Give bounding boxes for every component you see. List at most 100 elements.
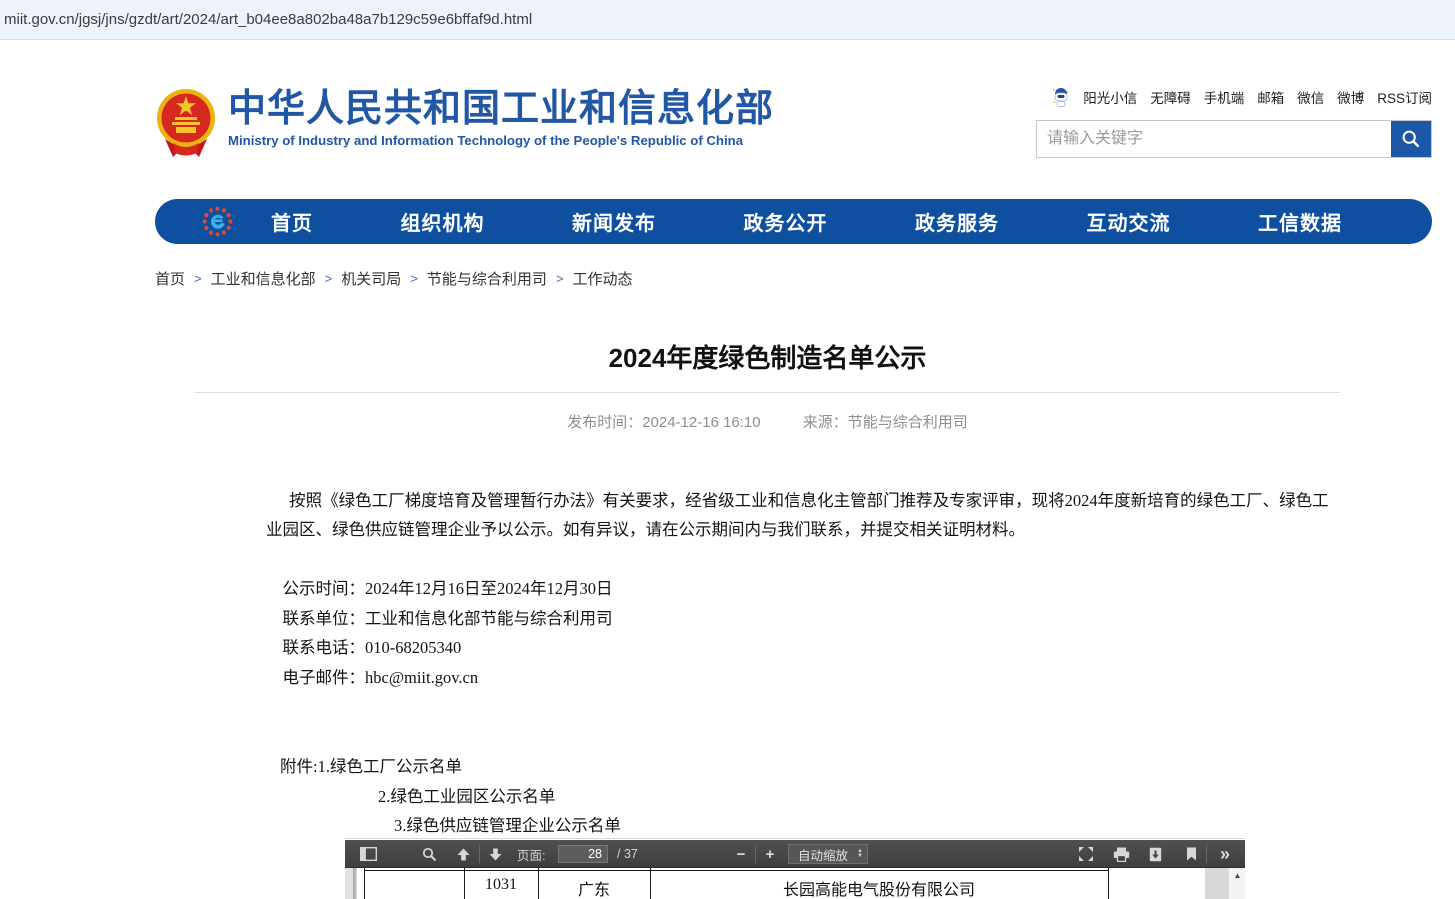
quick-link-mail[interactable]: 邮箱 bbox=[1257, 87, 1284, 107]
info-contact-email: 电子邮件：hbc@miit.gov.cn bbox=[266, 663, 1340, 693]
quick-link-rss[interactable]: RSS订阅 bbox=[1377, 87, 1432, 107]
breadcrumb-separator: > bbox=[556, 271, 564, 286]
browser-address-bar[interactable]: miit.gov.cn/jgsj/jns/gzdt/art/2024/art_b… bbox=[0, 0, 1455, 40]
quick-link-wechat[interactable]: 微信 bbox=[1297, 87, 1324, 107]
arrow-down-icon bbox=[488, 847, 503, 862]
miit-gear-logo-icon[interactable] bbox=[202, 206, 233, 237]
quick-link-accessibility[interactable]: 无障碍 bbox=[1150, 87, 1191, 107]
info-publicity-period: 公示时间：2024年12月16日至2024年12月30日 bbox=[266, 574, 1340, 604]
article-meta: 发布时间：2024-12-16 16:10 来源：节能与综合利用司 bbox=[195, 411, 1340, 432]
nav-item-data[interactable]: 工信数据 bbox=[1258, 207, 1342, 236]
breadcrumb-separator: > bbox=[194, 271, 202, 286]
page-edge-shadow bbox=[353, 868, 357, 899]
article-paragraph: 按照《绿色工厂梯度培育及管理暂行办法》有关要求，经省级工业和信息化主管部门推荐及… bbox=[195, 486, 1340, 544]
zoom-in-button[interactable]: + bbox=[760, 840, 780, 868]
bookmark-icon bbox=[1186, 847, 1197, 861]
breadcrumb-separator: > bbox=[325, 271, 333, 286]
title-divider bbox=[195, 392, 1340, 393]
pdf-viewer: 页面: / 37 − + 自动缩放 ▲▼ bbox=[345, 838, 1245, 899]
nav-item-interaction[interactable]: 互动交流 bbox=[1087, 207, 1171, 236]
search-icon bbox=[422, 847, 437, 862]
download-icon bbox=[1149, 847, 1162, 862]
attachments-list: 附件:1.绿色工厂公示名单 2.绿色工业园区公示名单 3.绿色供应链管理企业公示… bbox=[195, 752, 1340, 841]
select-spinner-icon: ▲▼ bbox=[857, 849, 867, 859]
header-quick-links: 阳光小信 无障碍 手机端 邮箱 微信 微博 RSS订阅 bbox=[1051, 87, 1432, 107]
quick-link-weibo[interactable]: 微博 bbox=[1337, 87, 1364, 107]
page-number-input[interactable] bbox=[558, 845, 608, 863]
mascot-robot-icon bbox=[1051, 87, 1070, 107]
fullscreen-icon bbox=[1078, 846, 1094, 862]
page-url: miit.gov.cn/jgsj/jns/gzdt/art/2024/art_b… bbox=[4, 11, 532, 28]
breadcrumb-energy-dept[interactable]: 节能与综合利用司 bbox=[427, 268, 547, 289]
attachment-green-factory[interactable]: 附件:1.绿色工厂公示名单 bbox=[280, 752, 1340, 782]
scrollbar-up-arrow[interactable]: ▲ bbox=[1229, 871, 1245, 880]
table-cell-province: 广东 bbox=[538, 876, 650, 899]
attachment-green-industrial-park[interactable]: 2.绿色工业园区公示名单 bbox=[378, 782, 1340, 812]
viewer-right-gutter bbox=[1205, 868, 1228, 899]
page-label: 页面: bbox=[517, 840, 545, 868]
nav-items: 首页 组织机构 新闻发布 政务公开 政务服务 互动交流 工信数据 bbox=[271, 199, 1342, 244]
toolbar-divider bbox=[1206, 845, 1207, 863]
printer-icon bbox=[1113, 847, 1130, 862]
breadcrumb: 首页 > 工业和信息化部 > 机关司局 > 节能与综合利用司 > 工作动态 bbox=[155, 268, 1432, 289]
article-body: 按照《绿色工厂梯度培育及管理暂行办法》有关要求，经省级工业和信息化主管部门推荐及… bbox=[195, 486, 1340, 841]
search-input[interactable] bbox=[1037, 121, 1391, 157]
article-title: 2024年度绿色制造名单公示 bbox=[195, 336, 1340, 374]
contact-info: 公示时间：2024年12月16日至2024年12月30日 联系单位：工业和信息化… bbox=[195, 574, 1340, 692]
toolbar-divider bbox=[479, 845, 480, 863]
pdf-toolbar: 页面: / 37 − + 自动缩放 ▲▼ bbox=[345, 840, 1245, 868]
print-button[interactable] bbox=[1109, 840, 1133, 868]
zoom-mode-select[interactable]: 自动缩放 ▲▼ bbox=[788, 844, 868, 864]
table-row-border bbox=[364, 870, 1108, 871]
pdf-find-button[interactable] bbox=[417, 840, 441, 868]
info-contact-phone: 联系电话：010-68205340 bbox=[266, 633, 1340, 663]
pdf-page-content: 1031 广东 长园高能电气股份有限公司 ▲ bbox=[345, 868, 1245, 899]
nav-item-home[interactable]: 首页 bbox=[271, 207, 313, 236]
bookmark-button[interactable] bbox=[1179, 840, 1203, 868]
presentation-mode-button[interactable] bbox=[1074, 840, 1098, 868]
arrow-up-icon bbox=[456, 847, 471, 862]
search-bar bbox=[1036, 120, 1432, 158]
pdf-next-page-button[interactable] bbox=[483, 840, 507, 868]
zoom-out-button[interactable]: − bbox=[731, 840, 751, 868]
search-button[interactable] bbox=[1391, 121, 1431, 157]
page-total: / 37 bbox=[617, 840, 638, 868]
nav-item-gov-open[interactable]: 政务公开 bbox=[744, 207, 828, 236]
info-contact-unit: 联系单位：工业和信息化部节能与综合利用司 bbox=[266, 604, 1340, 634]
quick-link-yangguangxiaoxin[interactable]: 阳光小信 bbox=[1083, 87, 1137, 107]
nav-item-organization[interactable]: 组织机构 bbox=[401, 207, 485, 236]
nav-item-news[interactable]: 新闻发布 bbox=[572, 207, 656, 236]
article: 2024年度绿色制造名单公示 发布时间：2024-12-16 16:10 来源：… bbox=[195, 336, 1340, 841]
toolbar-divider bbox=[755, 845, 756, 863]
national-emblem-logo bbox=[155, 87, 217, 157]
breadcrumb-work-news[interactable]: 工作动态 bbox=[572, 268, 632, 289]
breadcrumb-miit[interactable]: 工业和信息化部 bbox=[211, 268, 316, 289]
site-title-cn: 中华人民共和国工业和信息化部 bbox=[228, 89, 774, 129]
article-source: 来源：节能与综合利用司 bbox=[803, 414, 968, 431]
pdf-previous-page-button[interactable] bbox=[451, 840, 475, 868]
breadcrumb-home[interactable]: 首页 bbox=[155, 268, 185, 289]
nav-item-gov-service[interactable]: 政务服务 bbox=[915, 207, 999, 236]
pdf-sidebar-toggle-button[interactable] bbox=[356, 840, 380, 868]
table-column-border bbox=[364, 868, 365, 899]
quick-link-mobile[interactable]: 手机端 bbox=[1204, 87, 1245, 107]
table-cell-company: 长园高能电气股份有限公司 bbox=[650, 876, 1108, 899]
table-cell-serial-number: 1031 bbox=[464, 876, 538, 894]
search-icon bbox=[1401, 129, 1421, 149]
main-nav: 首页 组织机构 新闻发布 政务公开 政务服务 互动交流 工信数据 bbox=[155, 199, 1432, 244]
site-titles: 中华人民共和国工业和信息化部 Ministry of Industry and … bbox=[228, 89, 774, 148]
viewer-left-gutter bbox=[345, 868, 353, 899]
site-title-en: Ministry of Industry and Information Tec… bbox=[228, 133, 774, 148]
toolbar-more-button[interactable]: » bbox=[1213, 840, 1237, 868]
site-header: 中华人民共和国工业和信息化部 Ministry of Industry and … bbox=[155, 87, 1432, 199]
breadcrumb-departments[interactable]: 机关司局 bbox=[341, 268, 401, 289]
site-container: 中华人民共和国工业和信息化部 Ministry of Industry and … bbox=[155, 41, 1432, 289]
download-button[interactable] bbox=[1143, 840, 1167, 868]
zoom-mode-value: 自动缩放 bbox=[789, 845, 857, 864]
table-column-border bbox=[1108, 868, 1109, 899]
publish-time: 发布时间：2024-12-16 16:10 bbox=[567, 414, 760, 431]
breadcrumb-separator: > bbox=[410, 271, 418, 286]
attachment-green-supply-chain[interactable]: 3.绿色供应链管理企业公示名单 bbox=[394, 811, 1340, 841]
sidebar-toggle-icon bbox=[360, 847, 377, 861]
pdf-scrollbar[interactable]: ▲ bbox=[1228, 868, 1245, 899]
